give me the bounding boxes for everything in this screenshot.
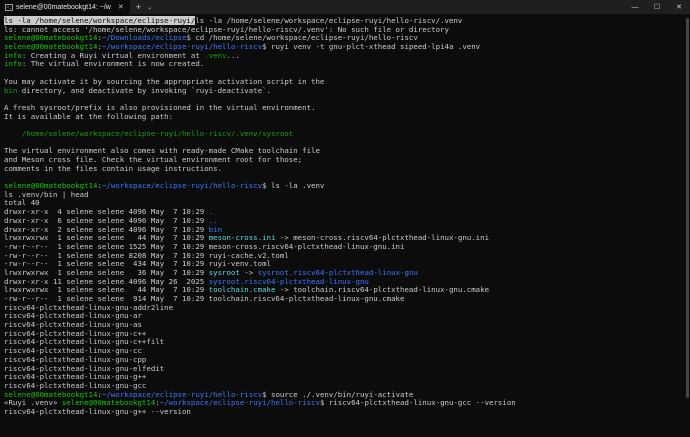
terminal-text-segment: ...	[226, 50, 240, 60]
terminal-text-segment: riscv64-plctxthead-linux-gnu-c++filt	[4, 337, 165, 347]
close-window-button[interactable]: ✕	[668, 0, 690, 14]
terminal-text-segment: riscv64-plctxthead-linux-gnu-g++	[4, 372, 147, 382]
terminal-text-segment: ls -la /home/selene/workspace/eclipse-ru…	[195, 16, 463, 25]
terminal-text-segment: selene@00matebookgt14	[4, 33, 98, 43]
terminal-text-segment: selene@00matebookgt14	[61, 398, 156, 408]
tab-title: selene@00matebookgt14: ~/w	[16, 3, 111, 11]
terminal-text-segment: $ ruyi venv -t gnu-plct-xthead sipeed-lp…	[262, 42, 481, 52]
terminal-text-segment: -> meson-cross.riscv64-plctxthead-linux-…	[275, 233, 490, 243]
terminal-text-segment: sysroot.riscv64-plctxthead-linux-gnu	[257, 267, 418, 277]
terminal-text-segment: -rw-r--r-- 1 selene selene 914 May 7 10:…	[4, 294, 405, 303]
terminal-text-segment: lrwxrwxrwx 1 selene selene 44 May 7 10:2…	[4, 285, 209, 295]
terminal-text-segment: riscv64-plctxthead-linux-gnu-cpp	[4, 354, 147, 364]
scrollbar[interactable]	[686, 18, 689, 433]
terminal-text-segment: ~/Downloads/eclipse	[101, 33, 187, 43]
terminal-text-segment: ls: cannot access '/home/selene/workspac…	[4, 24, 449, 34]
terminal-text-segment: total 40	[4, 198, 40, 208]
terminal-text-segment: .venv	[204, 50, 227, 60]
terminal-line: riscv64-plctxthead-linux-gnu-g++ --versi…	[4, 406, 684, 417]
terminal-text-segment: comments in the files contain usage inst…	[4, 163, 223, 173]
terminal-text-segment: : Creating a Ruyi virtual environment at	[21, 50, 205, 60]
terminal-text-segment: riscv64-plctxthead-linux-gnu-c++	[4, 328, 147, 338]
terminal-text-segment: riscv64-plctxthead-linux-gnu-ar	[4, 311, 142, 321]
terminal-text-segment: riscv64-plctxthead-linux-gnu-as	[4, 320, 142, 330]
terminal-text-segment: riscv64-plctxthead-linux-gnu-addr2line	[4, 302, 174, 312]
terminal-text-segment: $ source ./.venv/bin/ruyi-activate	[262, 389, 414, 399]
terminal-text-segment: The virtual environment also comes with …	[4, 146, 320, 156]
terminal-text-segment: selene@00matebookgt14	[4, 389, 98, 399]
terminal-line: comments in the files contain usage inst…	[4, 163, 684, 174]
terminal-text-segment: sysroot.riscv64-plctxthead-linux-gnu	[208, 276, 369, 286]
terminal-text-segment: riscv64-plctxthead-linux-gnu-gcc	[4, 380, 147, 390]
terminal-line: info: The virtual environment is now cre…	[4, 60, 684, 69]
terminal-text-segment: ls -la /home/selene/workspace/eclipse-ru…	[4, 16, 196, 25]
terminal-text-segment: -rw-r--r-- 1 selene selene 1525 May 7 10…	[4, 241, 405, 251]
terminal-text-segment: drwxr-xr-x 2 selene selene 4096 May 7 10…	[4, 224, 209, 234]
terminal-text-segment: ~/workspace/eclipse-ruyi/hello-riscv	[101, 389, 263, 399]
terminal-tab[interactable]: >_ selene@00matebookgt14: ~/w ✕	[0, 0, 130, 14]
terminal-text-segment: drwxr-xr-x 11 selene selene 4096 May 26 …	[4, 276, 209, 286]
window-controls: — ☐ ✕	[624, 0, 690, 14]
terminal-text-segment: .	[208, 207, 214, 217]
terminal-text-segment: /home/selene/workspace/eclipse-ruyi/hell…	[4, 128, 294, 138]
terminal-text-segment: ls .venv/bin | head	[4, 189, 89, 199]
terminal-text-segment: It is available at the following path:	[4, 111, 174, 121]
title-bar: >_ selene@00matebookgt14: ~/w ✕ + ⌄ — ☐ …	[0, 0, 690, 14]
terminal-text-segment: selene@00matebookgt14	[4, 181, 98, 191]
terminal-text-segment: You may activate it by sourcing the appr…	[4, 76, 325, 86]
terminal-text-segment: drwxr-xr-x 4 selene selene 4096 May 7 10…	[4, 207, 209, 217]
terminal-text-segment: ~/workspace/eclipse-ruyi/hello-riscv	[101, 181, 263, 191]
terminal-text-segment: bin	[208, 224, 223, 234]
scrollbar-thumb[interactable]	[686, 18, 689, 398]
terminal-line: It is available at the following path:	[4, 111, 684, 122]
terminal-text-segment: $ ls -la .venv	[262, 181, 325, 191]
minimize-button[interactable]: —	[624, 0, 646, 14]
terminal-text-segment: -rw-r--r-- 1 selene selene 434 May 7 10:…	[4, 259, 271, 269]
terminal-text-segment: selene@00matebookgt14	[4, 42, 98, 52]
terminal-text-segment: lrwxrwxrwx 1 selene selene 36 May 7 10:2…	[4, 267, 209, 277]
terminal-text-segment: $ cd /home/selene/workspace/eclipse-ruyi…	[186, 33, 418, 43]
terminal-line: bin directory, and deactivate by invokin…	[4, 85, 684, 96]
terminal-text-segment: directory, and deactivate by invoking `r…	[17, 85, 271, 95]
terminal-window: >_ selene@00matebookgt14: ~/w ✕ + ⌄ — ☐ …	[0, 0, 690, 437]
terminal-line: selene@00matebookgt14:~/workspace/eclips…	[4, 181, 684, 191]
terminal-text-segment: info	[4, 59, 22, 69]
terminal-text-segment: -> toolchain.riscv64-plctxthead-linux-gn…	[275, 285, 490, 295]
terminal-text-segment: bin	[4, 85, 18, 95]
chevron-down-icon[interactable]: ⌄	[147, 4, 152, 11]
terminal-line: /home/selene/workspace/eclipse-ruyi/hell…	[4, 128, 684, 139]
terminal-text-segment: riscv64-plctxthead-linux-gnu-cc	[4, 346, 142, 356]
terminal-text-segment: toolchain.cmake	[208, 285, 276, 295]
terminal-icon: >_	[5, 3, 13, 11]
terminal-text-segment: A fresh sysroot/prefix is also provision…	[4, 102, 316, 112]
terminal-text-segment: : The virtual environment is now created…	[21, 59, 205, 69]
terminal-text-segment: $ riscv64-plctxthead-linux-gnu-gcc --ver…	[319, 398, 516, 408]
terminal-line: ls .venv/bin | head	[4, 189, 684, 200]
maximize-button[interactable]: ☐	[646, 0, 668, 14]
new-tab-button[interactable]: +	[136, 2, 141, 12]
terminal-text-segment: -rw-r--r-- 1 selene selene 8208 May 7 10…	[4, 250, 289, 260]
terminal-text-segment: ~/workspace/eclipse-ruyi/hello-riscv	[159, 398, 320, 408]
close-tab-icon[interactable]: ✕	[118, 3, 124, 11]
terminal-text-segment: sysroot	[208, 267, 240, 277]
terminal-text-segment: «Ruyi .venv»	[4, 398, 62, 408]
terminal-text-segment: and Meson cross file. Check the virtual …	[4, 155, 303, 164]
terminal-text-segment: info	[4, 50, 22, 60]
terminal-text-segment: ->	[239, 267, 258, 277]
terminal-text-segment: ..	[208, 215, 218, 225]
terminal-text-segment: riscv64-plctxthead-linux-gnu-elfedit	[4, 363, 165, 373]
terminal-text-segment: drwxr-xr-x 6 selene selene 4096 May 7 10…	[4, 215, 209, 225]
terminal-output[interactable]: ls -la /home/selene/workspace/eclipse-ru…	[0, 14, 684, 437]
terminal-text-segment: meson-cross.ini	[208, 233, 276, 243]
terminal-text-segment: ~/workspace/eclipse-ruyi/hello-riscv	[101, 42, 263, 52]
terminal-text-segment: riscv64-plctxthead-linux-gnu-g++ --versi…	[4, 406, 191, 416]
terminal-text-segment: lrwxrwxrwx 1 selene selene 44 May 7 10:2…	[4, 233, 209, 243]
